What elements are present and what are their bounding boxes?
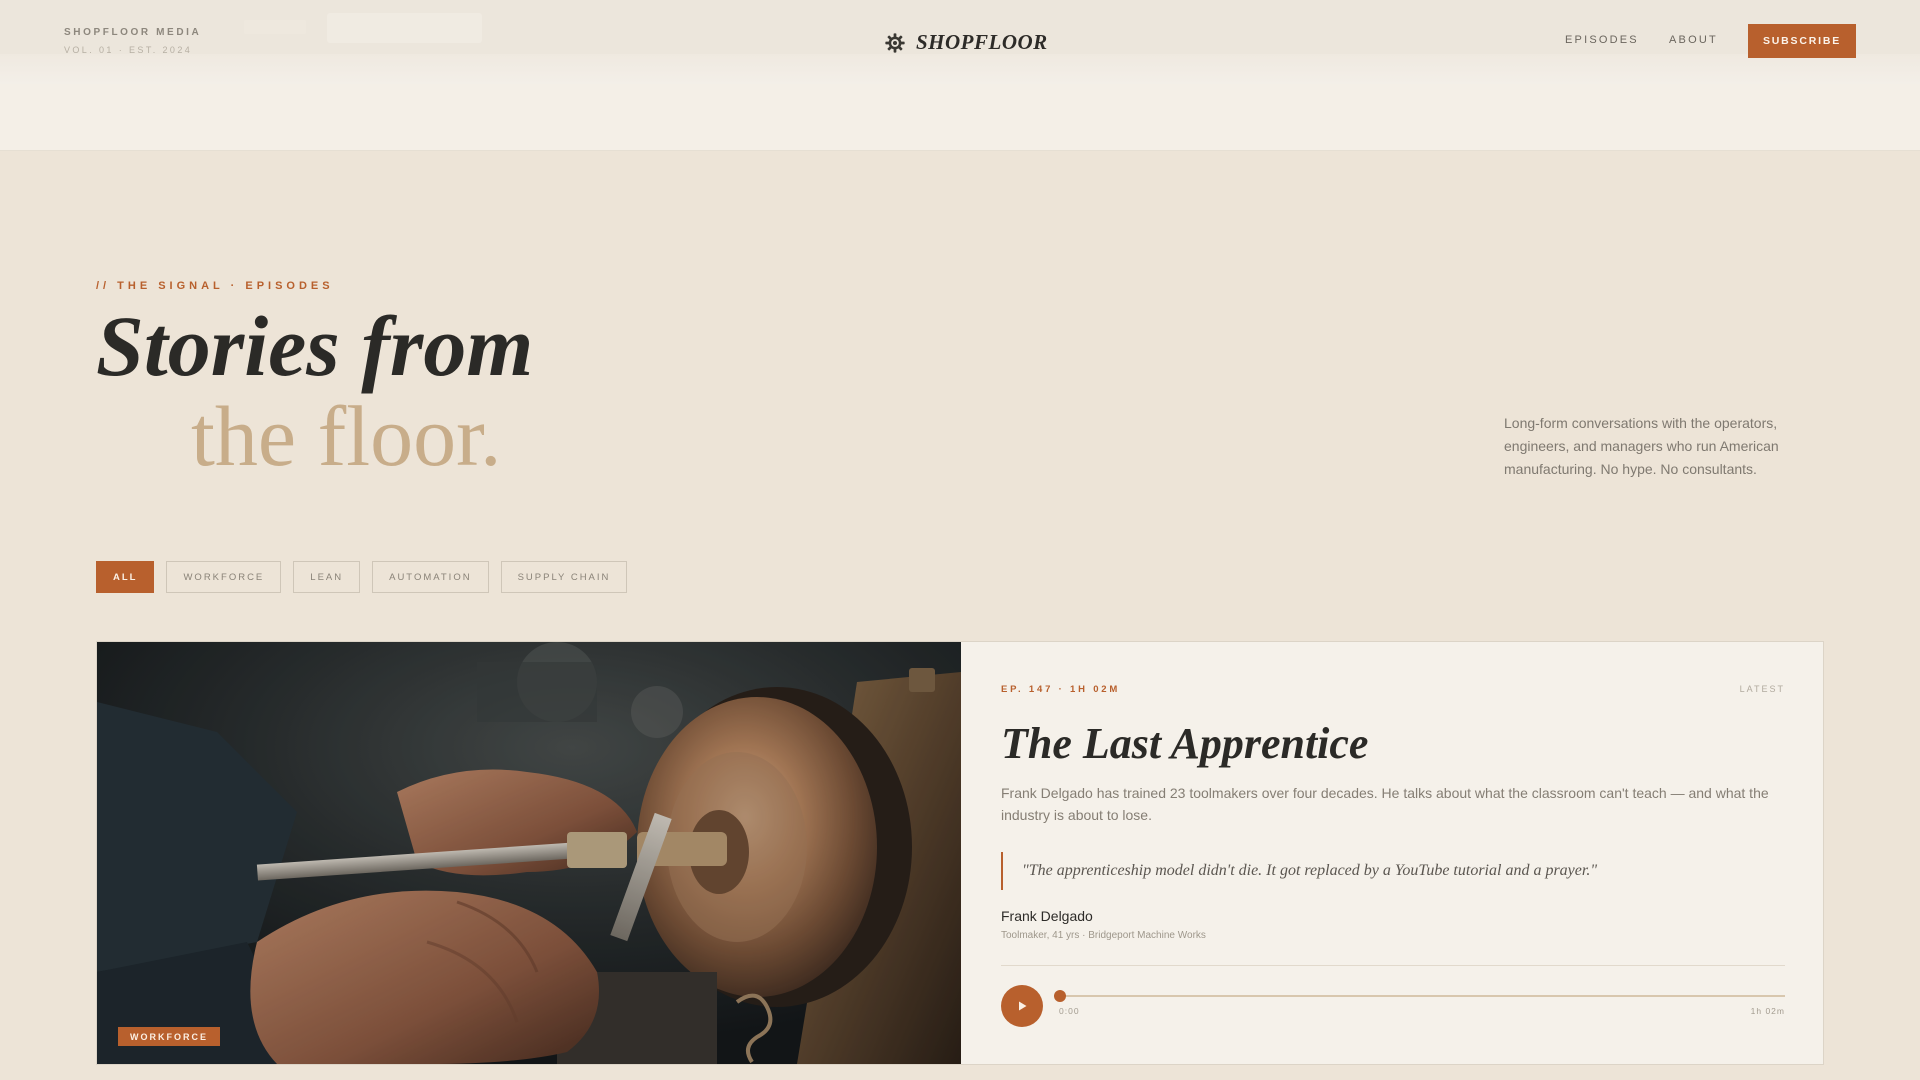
episode-info: EP. 147 · 1H 02M LATEST The Last Apprent…	[1001, 642, 1785, 1064]
header-fade	[0, 54, 1920, 84]
current-time: 0:00	[1059, 1006, 1080, 1016]
nav-about[interactable]: ABOUT	[1669, 34, 1718, 46]
play-button[interactable]	[1001, 985, 1043, 1027]
filter-all[interactable]: ALL	[96, 561, 155, 593]
episode-meta: EP. 147 · 1H 02M	[1001, 684, 1121, 695]
org-name: SHOPFLOOR MEDIA	[64, 27, 202, 38]
brand-meta: SHOPFLOOR MEDIA VOL. 01 · EST. 2024	[64, 27, 201, 55]
progress-track[interactable]	[1054, 990, 1785, 1002]
guest-name: Frank Delgado	[1001, 908, 1093, 924]
episode-photo: WORKFORCE	[97, 642, 961, 1064]
filter-workforce[interactable]: WORKFORCE	[166, 561, 282, 593]
header-band	[0, 84, 1920, 151]
episode-title[interactable]: The Last Apprentice	[1001, 718, 1368, 769]
nav-episodes[interactable]: EPISODES	[1565, 34, 1639, 46]
volume-label: VOL. 01 · EST. 2024	[64, 45, 193, 55]
progress-knob[interactable]	[1054, 990, 1066, 1002]
featured-episode-card[interactable]: WORKFORCE EP. 147 · 1H 02M LATEST The La…	[96, 641, 1824, 1065]
site-header: SHOPFLOOR MEDIA VOL. 01 · EST. 2024 SHOP…	[0, 0, 1920, 84]
subscribe-button[interactable]: SUBSCRIBE	[1748, 24, 1856, 58]
episode-description: Frank Delgado has trained 23 toolmakers …	[1001, 785, 1769, 823]
filter-supply-chain[interactable]: SUPPLY CHAIN	[500, 561, 628, 593]
gear-icon	[885, 32, 905, 53]
filter-bar: ALL WORKFORCE LEAN AUTOMATION SUPPLY CHA…	[96, 561, 628, 593]
logo-wordmark: SHOPFLOOR	[916, 30, 1048, 54]
logo[interactable]: SHOPFLOOR	[884, 30, 1048, 55]
divider	[1001, 965, 1785, 966]
filter-lean[interactable]: LEAN	[293, 561, 361, 593]
play-icon	[1019, 1001, 1027, 1011]
latest-badge: LATEST	[1739, 684, 1785, 694]
pull-quote: "The apprenticeship model didn't die. It…	[1001, 852, 1785, 890]
section-eyebrow: // THE SIGNAL · EPISODES	[96, 280, 334, 292]
hero-title-line-1: Stories from	[96, 298, 534, 394]
guest-role: Toolmaker, 41 yrs · Bridgeport Machine W…	[1001, 930, 1206, 941]
lathe-photo-illustration	[97, 642, 961, 1064]
faded-placeholder	[244, 20, 306, 34]
filter-automation[interactable]: AUTOMATION	[372, 561, 489, 593]
category-tag: WORKFORCE	[118, 1027, 220, 1046]
faded-placeholder-button	[327, 13, 482, 43]
hero-title-line-2: the floor.	[191, 388, 502, 484]
hero-intro: Long-form conversations with the operato…	[1504, 415, 1779, 477]
total-duration: 1h 02m	[1750, 1006, 1785, 1016]
